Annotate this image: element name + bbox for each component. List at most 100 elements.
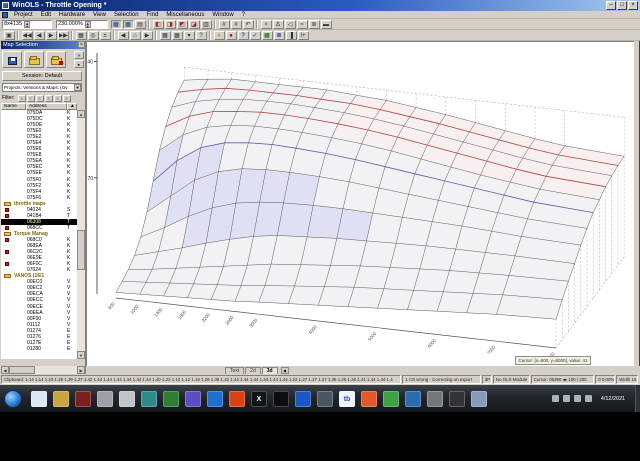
tray-icon-1[interactable]: [552, 395, 559, 402]
filter-button-1[interactable]: ≡: [17, 94, 26, 102]
toolbar1-button-11[interactable]: #: [218, 19, 230, 29]
toolbar1-button-8[interactable]: ◪: [188, 19, 200, 29]
taskbar-icon-8[interactable]: [185, 390, 201, 407]
toolbar2-button-26[interactable]: ≣: [273, 30, 285, 40]
toolbar1-button-20[interactable]: ▬: [320, 19, 332, 29]
new-version-button[interactable]: [2, 51, 22, 68]
map-3d-view[interactable]: 70 140 600 1000 1400 1800 2200 2600 3000 4000 5000…: [85, 41, 635, 367]
panel-small-button-1[interactable]: ×: [74, 51, 84, 59]
taskbar-icon-16[interactable]: [361, 390, 377, 407]
toolbar2-button-25[interactable]: ▦: [261, 30, 273, 40]
menu-item-hardware[interactable]: Hardware: [55, 12, 89, 18]
column-header-name[interactable]: Name: [1, 103, 26, 110]
map-list-row[interactable]: 01280 E: [1, 346, 77, 352]
toolbar1-button-16[interactable]: Δ: [272, 19, 284, 29]
menu-item-window[interactable]: Window: [208, 12, 237, 18]
toolbar2-button-13[interactable]: ⌂: [129, 30, 141, 40]
toolbar2-button-8[interactable]: ▦: [75, 30, 87, 40]
panel-small-button-2[interactable]: ▸: [74, 60, 84, 68]
taskbar-icon-17[interactable]: [383, 390, 399, 407]
filter-button-5[interactable]: ≡: [53, 94, 62, 102]
toolbar1-button-19[interactable]: ≣: [308, 19, 320, 29]
toolbar1-button-2[interactable]: ▦: [122, 19, 134, 29]
toolbar1-button-5[interactable]: ◧: [152, 19, 164, 29]
taskbar-icon-1[interactable]: [31, 390, 47, 407]
tray-icon-2[interactable]: [563, 395, 570, 402]
menu-item-edit[interactable]: Edit: [37, 12, 55, 18]
toolbar1-button-9[interactable]: ▥: [200, 19, 212, 29]
filter-button-6[interactable]: ≡: [62, 94, 71, 102]
taskbar-icon-20[interactable]: [449, 390, 465, 407]
scroll-up-icon[interactable]: ▲: [77, 110, 85, 118]
taskbar-icon-7[interactable]: [163, 390, 179, 407]
filter-button-2[interactable]: ≡: [26, 94, 35, 102]
close-button[interactable]: ×: [628, 1, 638, 10]
toolbar1-button-7[interactable]: ◩: [176, 19, 188, 29]
column-header-address[interactable]: Address: [26, 103, 67, 110]
map-list-header[interactable]: Name Address ▲: [1, 103, 85, 110]
toolbar2-button-10[interactable]: ±: [99, 30, 111, 40]
tray-clock[interactable]: 4/12/2021: [594, 396, 632, 402]
panel-horizontal-scrollbar[interactable]: ◀ ▶: [1, 366, 85, 374]
scope-combo[interactable]: Projects, Versions & Maps: (Ov ▼: [2, 83, 82, 92]
chevron-down-icon[interactable]: ▼: [74, 84, 81, 91]
menu-item-selection[interactable]: Selection: [110, 12, 143, 18]
toolbar1-button-18[interactable]: ≈: [296, 19, 308, 29]
toolbar2-button-22[interactable]: ●: [225, 30, 237, 40]
taskbar-icon-18[interactable]: [405, 390, 421, 407]
toolbar2-button-23[interactable]: ?: [237, 30, 249, 40]
taskbar-icon-15[interactable]: tb: [339, 390, 355, 407]
taskbar-icon-6[interactable]: [141, 390, 157, 407]
taskbar-icon-10[interactable]: [229, 390, 245, 407]
toolbar1-button-3[interactable]: ▤: [134, 19, 146, 29]
map-list[interactable]: 075DA K 075DC K 075DE K 075E0 K 075E2 K 075E4 K 075E…: [1, 110, 77, 359]
toolbar2-button-17[interactable]: ▦: [171, 30, 183, 40]
tray-icon-4[interactable]: [585, 395, 592, 402]
tab-text[interactable]: Text: [225, 367, 245, 374]
menu-item-view[interactable]: View: [89, 12, 110, 18]
toolbar2-button-27[interactable]: ▐: [285, 30, 297, 40]
toolbar2-button-12[interactable]: ◀: [117, 30, 129, 40]
taskbar-icon-5[interactable]: [119, 390, 135, 407]
scrollbar-thumb-h[interactable]: [9, 366, 35, 374]
taskbar-icon-4[interactable]: [97, 390, 113, 407]
taskbar-icon-12[interactable]: [273, 390, 289, 407]
toolbar2-button-9[interactable]: ◎: [87, 30, 99, 40]
scroll-down-icon[interactable]: ▼: [77, 351, 85, 359]
taskbar-icon-11[interactable]: X: [251, 390, 267, 407]
taskbar-icon-9[interactable]: [207, 390, 223, 407]
taskbar-icon-21[interactable]: [471, 390, 487, 407]
taskbar-icon-14[interactable]: [317, 390, 333, 407]
scroll-right-icon[interactable]: ▶: [77, 366, 85, 374]
toolbar2-button-18[interactable]: ▾: [183, 30, 195, 40]
tab-2d[interactable]: 2d: [245, 367, 261, 374]
surface-plot[interactable]: 70 140 600 1000 1400 1800 2200 2600 3000 4000 5000…: [85, 42, 635, 367]
toolbar2-button-21[interactable]: ●: [213, 30, 225, 40]
scroll-left-icon[interactable]: ◀: [1, 366, 9, 374]
toolbar2-button-14[interactable]: ▶: [141, 30, 153, 40]
toolbar2-button-6[interactable]: ▶▶: [57, 30, 69, 40]
zoom-combo-spinner[interactable]: ▲ ▼: [84, 20, 91, 28]
scrollbar-thumb[interactable]: [77, 230, 85, 270]
menu-item-help[interactable]: ?: [238, 12, 249, 18]
tab-3d[interactable]: 3d: [261, 367, 278, 374]
menu-item-miscellaneous[interactable]: Miscellaneous: [162, 12, 208, 18]
panel-close-icon[interactable]: ×: [78, 41, 85, 48]
zoom-combo[interactable]: 230.000% ▲ ▼: [56, 19, 108, 29]
map-list-vertical-scrollbar[interactable]: ▲ ▼: [77, 110, 85, 359]
taskbar-icon-13[interactable]: [295, 390, 311, 407]
toolbar1-button-12[interactable]: #: [230, 19, 242, 29]
toolbar1-button-15[interactable]: ×: [260, 19, 272, 29]
toolbar1-button-1[interactable]: ▦: [110, 19, 122, 29]
tab-scroll-left-icon[interactable]: ◀: [280, 367, 289, 374]
panel-title-bar[interactable]: Map Selection ×: [1, 41, 85, 49]
toolbar2-button-16[interactable]: ▦: [159, 30, 171, 40]
toolbar2-button-28[interactable]: I+: [297, 30, 309, 40]
format-combo[interactable]: 8x4135 ▲ ▼: [2, 19, 52, 29]
menu-item-project[interactable]: Project: [10, 12, 37, 18]
toolbar2-button-1[interactable]: ▣: [3, 30, 15, 40]
session-button[interactable]: Session: Default: [2, 71, 82, 81]
open-project-button[interactable]: [24, 51, 44, 68]
toolbar2-button-19[interactable]: ?: [195, 30, 207, 40]
filter-button-3[interactable]: ≡: [35, 94, 44, 102]
